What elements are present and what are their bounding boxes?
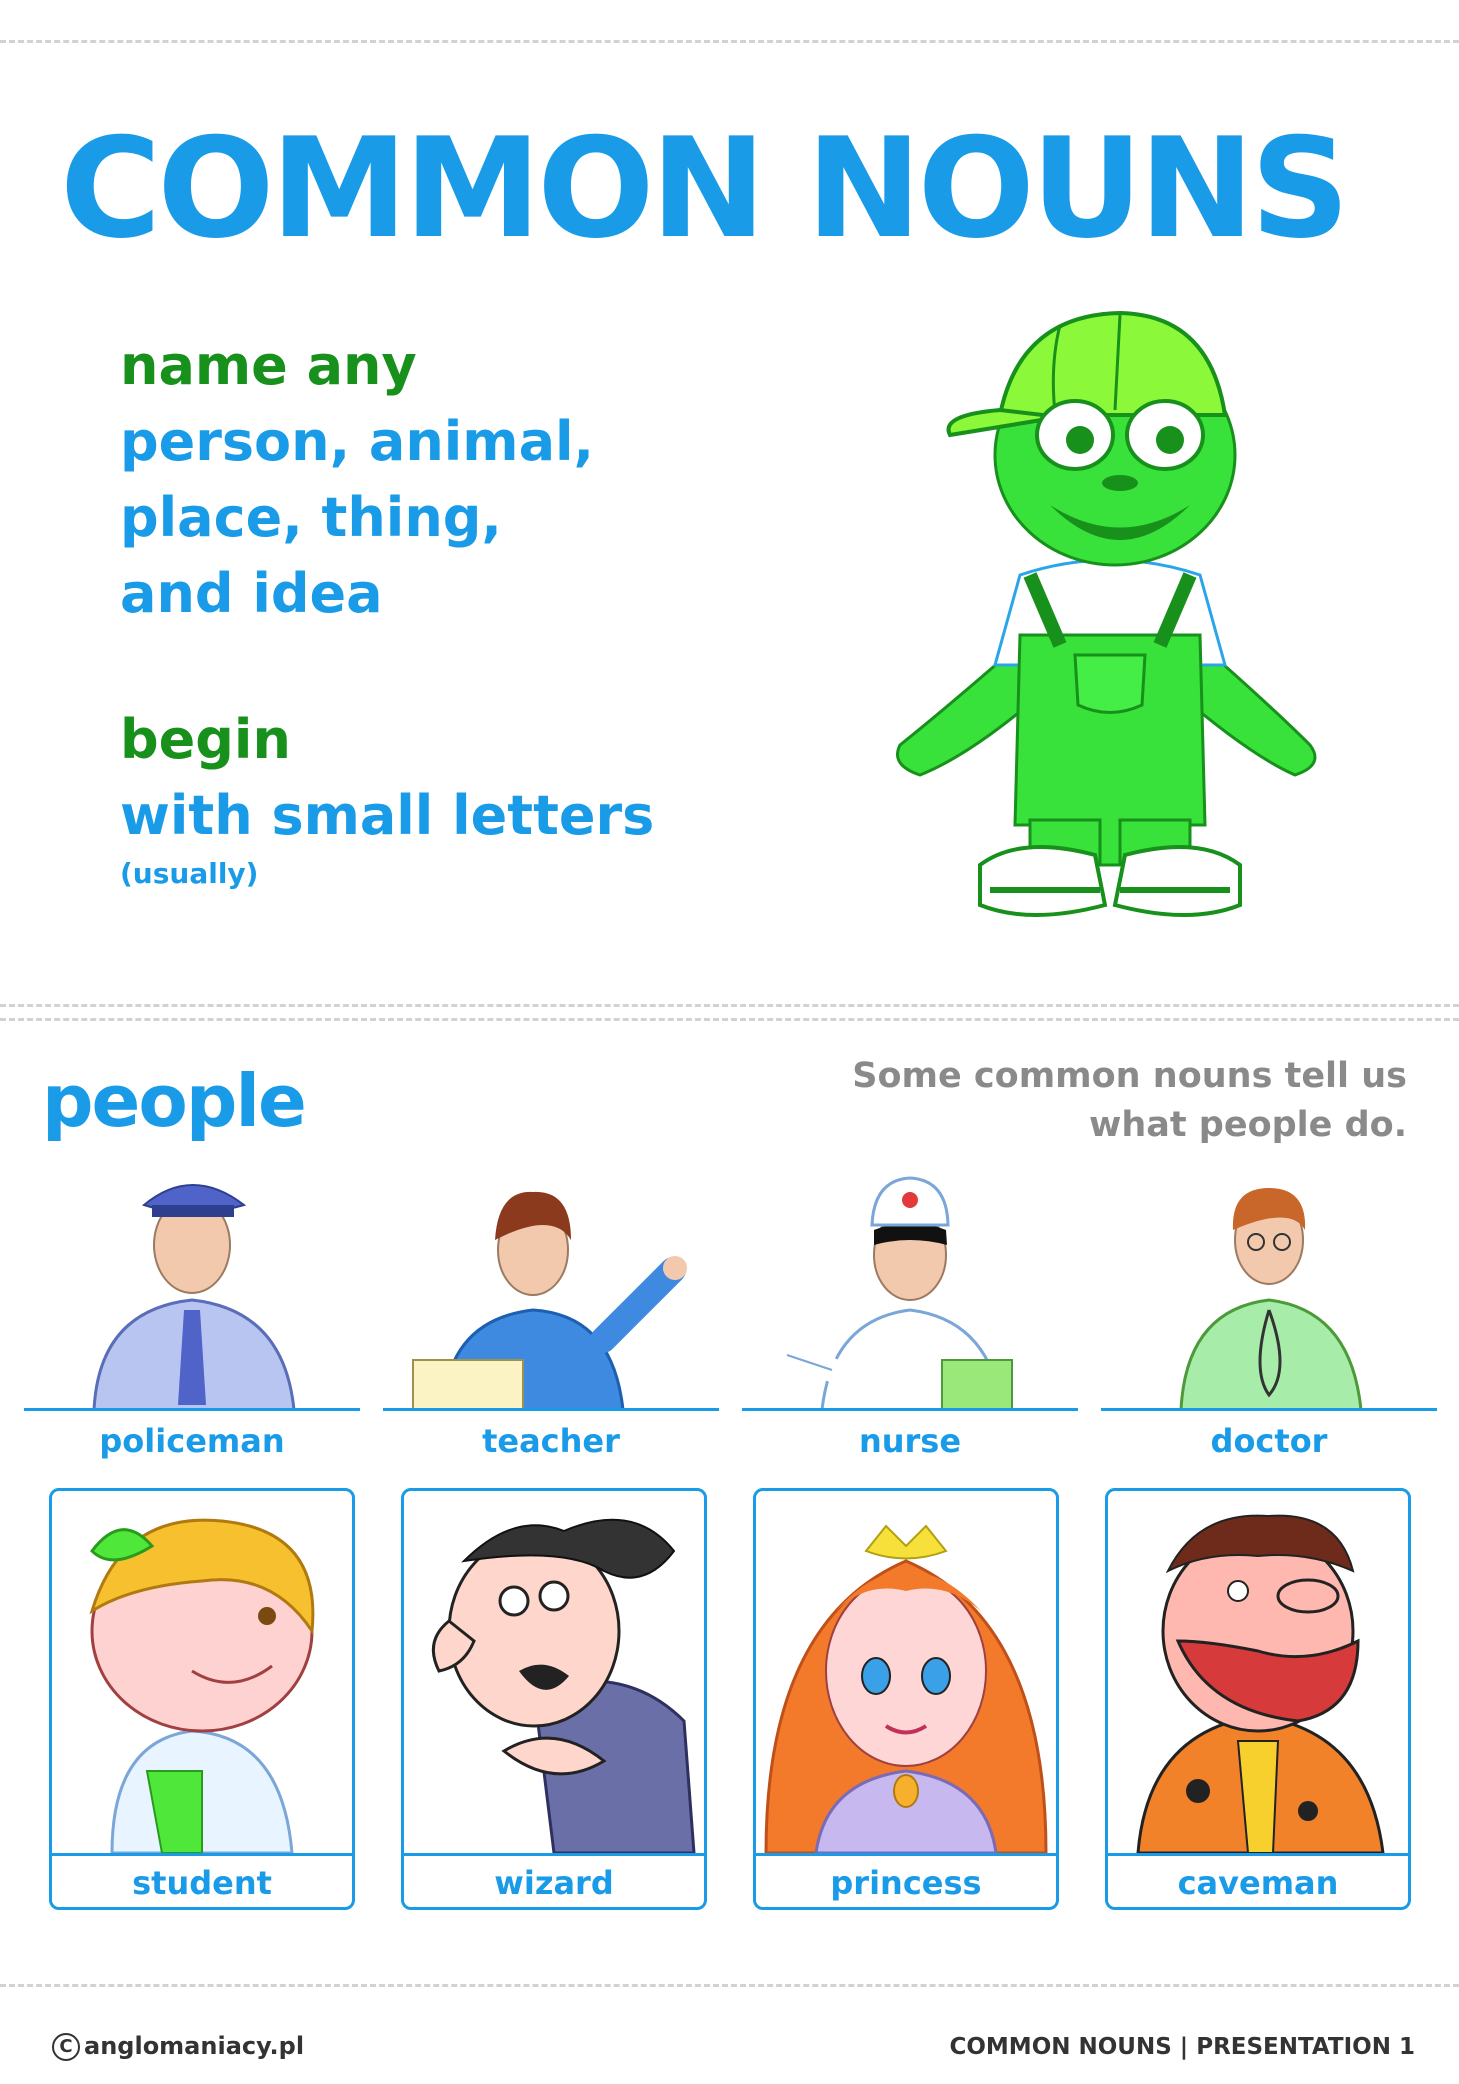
section-divider-b — [0, 1018, 1459, 1021]
card-label-wizard: wizard — [494, 1864, 614, 1902]
card-label-caveman: caveman — [1177, 1864, 1339, 1902]
caveman-illustration — [1136, 1514, 1385, 1853]
rule-2-line-1: with small letters — [120, 784, 655, 847]
job-label-doctor: doctor — [1210, 1422, 1328, 1460]
mascot-illustration — [896, 310, 1317, 917]
job-label-nurse: nurse — [858, 1422, 962, 1460]
rule-2-heading: begin — [120, 708, 291, 771]
noun-rules: name any person, animal, place, thing, a… — [120, 328, 654, 894]
card-label-student: student — [132, 1864, 272, 1902]
top-dashed-divider — [0, 40, 1459, 43]
nurse-illustration — [775, 1176, 1013, 1410]
policeman-illustration — [92, 1184, 296, 1410]
job-teacher: teacher — [383, 1160, 719, 1460]
princess-illustration — [764, 1524, 1048, 1853]
copyright: Canglomaniacy.pl — [52, 2032, 304, 2061]
card-wizard: wizard — [401, 1488, 707, 1910]
doctor-illustration — [1179, 1188, 1363, 1410]
section-note-line-2: what people do. — [1089, 1105, 1407, 1145]
bottom-dashed-divider — [0, 1984, 1459, 1987]
section-note-line-1: Some common nouns tell us — [852, 1056, 1407, 1096]
job-doctor: doctor — [1101, 1160, 1437, 1460]
job-label-teacher: teacher — [482, 1422, 620, 1460]
card-student: student — [49, 1488, 355, 1910]
card-caveman: caveman — [1105, 1488, 1411, 1910]
section-divider-a — [0, 1004, 1459, 1007]
job-nurse: nurse — [742, 1160, 1078, 1460]
job-policeman: policeman — [24, 1160, 360, 1460]
job-label-policeman: policeman — [99, 1422, 285, 1460]
rule-1-heading: name any — [120, 334, 417, 397]
copyright-text: anglomaniacy.pl — [84, 2032, 305, 2060]
copyright-icon: C — [52, 2033, 80, 2061]
section-title: people — [42, 1059, 307, 1143]
student-illustration — [89, 1518, 315, 1853]
rule-2-note: (usually) — [120, 857, 259, 890]
rule-1-line-1: person, animal, — [120, 410, 595, 473]
footer-presentation-label: COMMON NOUNS | PRESENTATION 1 — [949, 2034, 1415, 2060]
teacher-illustration — [412, 1191, 687, 1410]
rule-1-line-2: place, thing, — [120, 486, 502, 549]
wizard-illustration — [431, 1518, 696, 1853]
card-label-princess: princess — [830, 1864, 982, 1902]
section-note: Some common nouns tell us what people do… — [807, 1052, 1407, 1150]
page-title: COMMON NOUNS — [60, 108, 1350, 269]
card-princess: princess — [753, 1488, 1059, 1910]
rule-1-line-3: and idea — [120, 562, 383, 625]
